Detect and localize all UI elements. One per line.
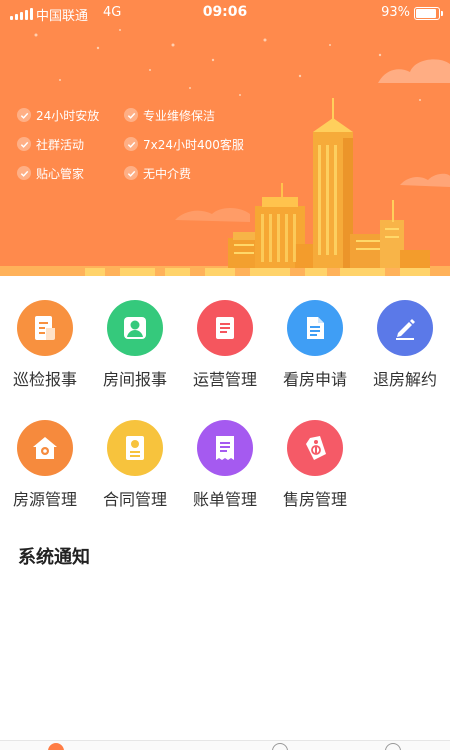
feature-item: 无中介费: [124, 163, 191, 183]
bill-icon: [197, 420, 253, 476]
check-icon: [17, 108, 31, 122]
battery-icon: [414, 7, 443, 20]
menu-item-operations[interactable]: 运营管理: [180, 276, 270, 389]
check-icon: [124, 137, 138, 151]
list-icon: [197, 300, 253, 356]
hero-banner: 中国联通 4G 09:06 93% 24小时安放 专业维修保洁 社群活动 7x2…: [0, 0, 450, 276]
menu-item-room-report[interactable]: 房间报事: [90, 276, 180, 389]
check-icon: [17, 166, 31, 180]
feature-label: 贴心管家: [36, 166, 85, 181]
pencil-icon: [377, 300, 433, 356]
feature-label: 24小时安放: [36, 108, 100, 123]
feature-item: 专业维修保洁: [124, 105, 215, 125]
menu-label: 合同管理: [102, 490, 167, 509]
menu-label: 售房管理: [282, 490, 347, 509]
house-icon: [17, 420, 73, 476]
feature-label: 社群活动: [36, 137, 85, 152]
tab-profile-icon[interactable]: [385, 743, 401, 750]
user-icon: [107, 300, 163, 356]
menu-item-house-sales[interactable]: 售房管理: [270, 396, 360, 509]
document-icon: [17, 300, 73, 356]
feature-item: 贴心管家: [17, 163, 84, 183]
battery-percent: 93%: [381, 5, 410, 20]
system-notice-heading: 系统通知: [18, 547, 90, 568]
check-icon: [124, 166, 138, 180]
menu-label: 房间报事: [102, 370, 167, 389]
file-icon: [287, 300, 343, 356]
status-bar: 中国联通 4G 09:06 93%: [0, 0, 450, 28]
menu-item-inspection-report[interactable]: 巡检报事: [0, 276, 90, 389]
bottom-tab-bar: [0, 740, 450, 750]
feature-label: 7x24小时400客服: [143, 137, 244, 152]
feature-item: 7x24小时400客服: [124, 134, 244, 154]
menu-label: 退房解约: [372, 370, 437, 389]
menu-item-contract-management[interactable]: 合同管理: [90, 396, 180, 509]
menu-label: 房源管理: [12, 490, 77, 509]
feature-label: 无中介费: [143, 166, 192, 181]
menu-item-viewing-request[interactable]: 看房申请: [270, 276, 360, 389]
feature-item: 社群活动: [17, 134, 84, 154]
menu-item-bill-management[interactable]: 账单管理: [180, 396, 270, 509]
menu-item-property-management[interactable]: 房源管理: [0, 396, 90, 509]
menu-label: 账单管理: [192, 490, 257, 509]
menu-label: 看房申请: [282, 370, 347, 389]
contract-icon: [107, 420, 163, 476]
tab-message-icon[interactable]: [272, 743, 288, 750]
menu-label: 运营管理: [192, 370, 257, 389]
tag-icon: [287, 420, 343, 476]
menu-label: 巡检报事: [12, 370, 77, 389]
system-notice-list: [0, 575, 450, 735]
feature-item: 24小时安放: [17, 105, 99, 125]
tab-home-icon[interactable]: [48, 743, 64, 750]
check-icon: [17, 137, 31, 151]
menu-item-checkout-termination[interactable]: 退房解约: [360, 276, 450, 389]
feature-label: 专业维修保洁: [143, 108, 216, 123]
check-icon: [124, 108, 138, 122]
